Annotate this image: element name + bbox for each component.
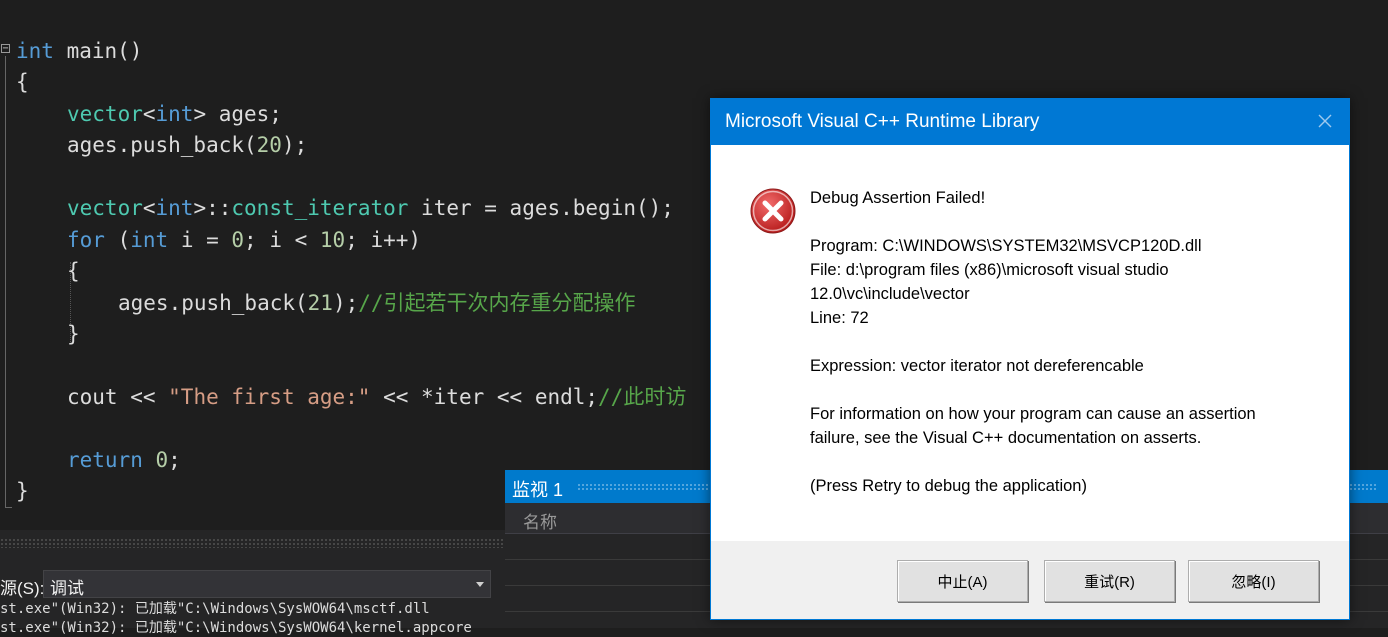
code-line-12[interactable]: } [16,476,29,506]
code-text: i = [168,228,232,252]
panel-drag-grip[interactable] [0,538,505,548]
keyword: return [67,448,143,472]
code-line-1[interactable]: int main() [16,36,142,66]
code-text: ); [281,133,308,157]
number-literal: 20 [256,133,282,157]
output-line: st.exe"(Win32): 已加载"C:\Windows\SysWOW64\… [0,620,472,636]
file-path-line-1: File: d:\program files (x86)\microsoft v… [810,261,1169,279]
code-comment: //引起若干次内存重分配操作 [358,291,636,315]
number-literal: 21 [307,291,333,315]
assertion-expression: Expression: vector iterator not derefere… [810,357,1144,375]
code-text: { [16,70,29,94]
keyword: int [155,196,194,220]
code-text: ages.push_back( [118,291,308,315]
output-panel: 源(S): 调试 st.exe"(Win32): 已加载"C:\Windows\… [0,530,505,636]
code-text: ( [104,228,131,252]
assertion-dialog: Microsoft Visual C++ Runtime Library Deb… [710,98,1350,620]
ignore-button[interactable]: 忽略(I) [1188,560,1319,602]
dialog-body: Debug Assertion Failed! Program: C:\WIND… [711,145,1349,541]
code-text: ; i++) [345,228,422,252]
close-icon[interactable] [1315,111,1335,131]
string-literal: "The first age:" [168,385,371,409]
output-source-value: 调试 [50,579,84,598]
output-source-select[interactable]: 调试 [43,570,491,598]
dialog-titlebar[interactable]: Microsoft Visual C++ Runtime Library [711,99,1349,145]
code-line-6[interactable]: for (int i = 0; i < 10; i++) [67,225,421,255]
code-text: < [142,102,156,126]
dialog-footer: 中止(A) 重试(R) 忽略(I) [711,541,1349,619]
code-text: main() [53,39,143,63]
code-line-5[interactable]: vector<int>::const_iterator iter = ages.… [67,193,674,223]
code-text: ); [332,291,359,315]
info-text-line-2: failure, see the Visual C++ documentatio… [810,429,1202,447]
code-comment: //此时访 [598,385,687,409]
type-name: const_iterator [231,196,409,220]
code-line-9[interactable]: } [67,319,80,349]
type-name: vector [67,196,143,220]
line-number: Line: 72 [810,309,869,327]
code-text: ; i < [244,228,320,252]
code-text: ; [168,448,181,472]
program-path: Program: C:\WINDOWS\SYSTEM32\MSVCP120D.d… [810,237,1202,255]
code-text: ages.push_back( [67,133,257,157]
code-line-7[interactable]: { [67,256,80,286]
code-text: >:: [193,196,232,220]
code-line-3[interactable]: vector<int> ages; [67,99,282,129]
code-text: << *iter << endl; [370,385,599,409]
code-text: } [67,322,80,346]
code-text: cout << [67,385,169,409]
code-line-4[interactable]: ages.push_back(20); [67,130,307,160]
keyword: int [130,228,169,252]
code-text: < [142,196,156,220]
number-literal: 0 [231,228,245,252]
watch-title: 监视 1 [512,480,564,500]
dialog-title: Microsoft Visual C++ Runtime Library [725,111,1040,132]
code-text: } [16,479,29,503]
error-icon [750,188,796,234]
fold-collapse-icon[interactable]: − [1,44,10,54]
code-text: { [67,259,80,283]
abort-button[interactable]: 中止(A) [897,560,1028,602]
file-path-line-2: 12.0\vc\include\vector [810,285,970,303]
keyword: int [155,102,194,126]
retry-hint: (Press Retry to debug the application) [810,477,1087,495]
keyword: int [16,39,54,63]
code-line-8[interactable]: ages.push_back(21);//引起若干次内存重分配操作 [118,288,636,318]
fold-guide-end [5,507,12,508]
number-literal: 10 [319,228,346,252]
code-text: > ages; [193,102,282,126]
keyword: for [67,228,105,252]
output-source-label: 源(S): [0,579,45,598]
code-text: iter = ages.begin(); [408,196,674,220]
number-literal: 0 [155,448,169,472]
output-line: st.exe"(Win32): 已加载"C:\Windows\SysWOW64\… [0,601,430,617]
retry-button[interactable]: 重试(R) [1044,560,1175,602]
watch-name-column[interactable]: 名称 [523,508,557,533]
code-line-2[interactable]: { [16,67,29,97]
fold-guide-line [5,56,6,508]
assertion-heading: Debug Assertion Failed! [810,189,986,207]
code-line-11[interactable]: return 0; [67,445,181,475]
info-text-line-1: For information on how your program can … [810,405,1256,423]
code-line-10[interactable]: cout << "The first age:" << *iter << end… [67,382,686,412]
chevron-down-icon[interactable] [476,582,484,587]
type-name: vector [67,102,143,126]
